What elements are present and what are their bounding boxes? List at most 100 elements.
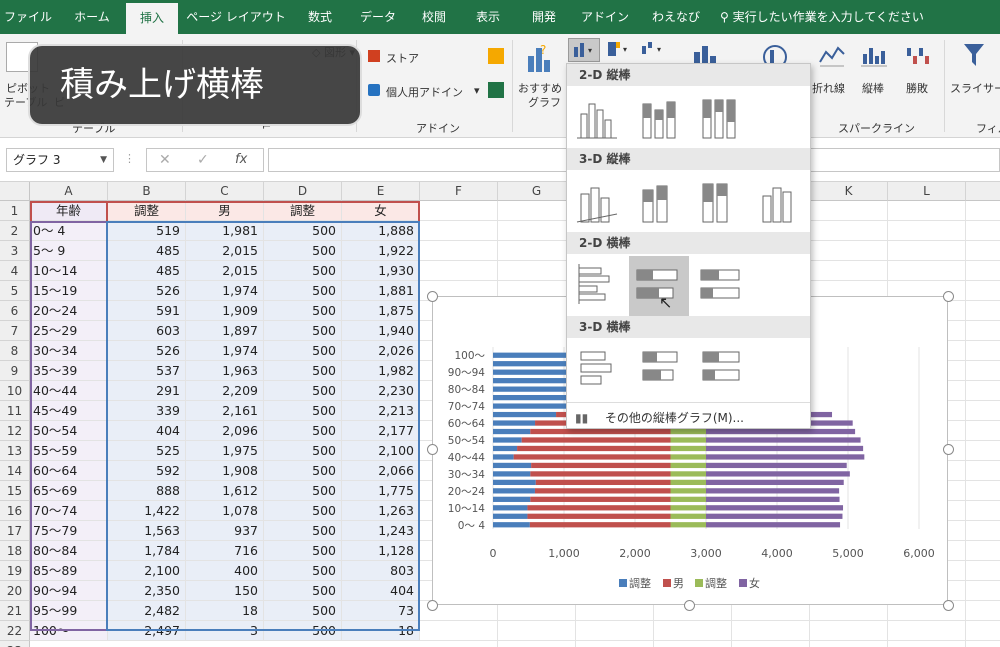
resize-handle[interactable] [427, 291, 438, 302]
tab-page-layout[interactable]: ページ レイアウト [186, 0, 286, 34]
empty-cell[interactable] [966, 461, 1000, 481]
empty-cell[interactable] [498, 201, 576, 221]
data-cell[interactable]: 2,209 [186, 381, 264, 401]
empty-cell[interactable] [966, 401, 1000, 421]
data-cell[interactable]: 2,015 [186, 241, 264, 261]
data-cell[interactable]: 2,100 [342, 441, 420, 461]
empty-cell[interactable] [498, 221, 576, 241]
data-cell[interactable]: 15～19 [30, 281, 108, 301]
name-box[interactable]: グラフ 3 ▼ [6, 148, 114, 172]
data-cell[interactable]: 1,974 [186, 341, 264, 361]
data-cell[interactable]: 500 [264, 621, 342, 641]
sparkline-winloss-button[interactable]: 勝敗 [906, 80, 928, 96]
row-header[interactable]: 13 [0, 441, 30, 461]
data-cell[interactable]: 500 [264, 341, 342, 361]
column-header-G[interactable]: G [498, 182, 576, 201]
chevron-down-icon[interactable]: ▼ [100, 149, 107, 171]
column-header-A[interactable]: A [30, 182, 108, 201]
3d-column-icon[interactable] [755, 174, 805, 230]
empty-cell[interactable] [732, 621, 810, 641]
tab-review[interactable]: 校閲 [412, 0, 456, 34]
empty-cell[interactable] [966, 581, 1000, 601]
row-header[interactable]: 18 [0, 541, 30, 561]
data-cell[interactable]: 18 [186, 601, 264, 621]
data-cell[interactable]: 1,975 [186, 441, 264, 461]
data-cell[interactable]: 500 [264, 461, 342, 481]
tab-data[interactable]: データ [352, 0, 404, 34]
data-cell[interactable]: 716 [186, 541, 264, 561]
data-cell[interactable]: 500 [264, 321, 342, 341]
column-header-B[interactable]: B [108, 182, 186, 201]
data-cell[interactable]: 1,922 [342, 241, 420, 261]
empty-cell[interactable] [966, 241, 1000, 261]
data-cell[interactable]: 2,026 [342, 341, 420, 361]
column-chart-button[interactable]: ▾ [568, 38, 600, 62]
header-cell[interactable]: 女 [342, 201, 420, 221]
empty-cell[interactable] [966, 201, 1000, 221]
data-cell[interactable]: 500 [264, 521, 342, 541]
row-header[interactable]: 19 [0, 561, 30, 581]
data-cell[interactable]: 592 [108, 461, 186, 481]
data-cell[interactable]: 10～14 [30, 261, 108, 281]
data-cell[interactable]: 2,497 [108, 621, 186, 641]
waterfall-chart-button[interactable]: ▾ [638, 38, 668, 60]
data-cell[interactable]: 100～ [30, 621, 108, 641]
column-header-M[interactable]: M [966, 182, 1000, 201]
data-cell[interactable]: 95～99 [30, 601, 108, 621]
empty-cell[interactable] [966, 521, 1000, 541]
row-header[interactable]: 22 [0, 621, 30, 641]
empty-cell[interactable] [498, 641, 576, 647]
3d-stacked-column-icon[interactable] [635, 174, 685, 230]
data-cell[interactable]: 526 [108, 281, 186, 301]
empty-cell[interactable] [966, 441, 1000, 461]
data-cell[interactable]: 2,230 [342, 381, 420, 401]
data-cell[interactable]: 1,422 [108, 501, 186, 521]
data-cell[interactable]: 70～74 [30, 501, 108, 521]
data-cell[interactable]: 0～ 4 [30, 221, 108, 241]
data-cell[interactable]: 525 [108, 441, 186, 461]
stacked-column-icon[interactable] [635, 90, 685, 146]
empty-cell[interactable] [420, 641, 498, 647]
empty-cell[interactable] [966, 261, 1000, 281]
data-cell[interactable]: 500 [264, 401, 342, 421]
resize-handle[interactable] [427, 444, 438, 455]
empty-cell[interactable] [966, 301, 1000, 321]
row-header[interactable]: 10 [0, 381, 30, 401]
empty-cell[interactable] [966, 601, 1000, 621]
data-cell[interactable]: 18 [342, 621, 420, 641]
data-cell[interactable]: 526 [108, 341, 186, 361]
tab-waenavi[interactable]: わえなび [644, 0, 708, 34]
column-header-F[interactable]: F [420, 182, 498, 201]
row-header[interactable]: 3 [0, 241, 30, 261]
empty-cell[interactable] [888, 241, 966, 261]
empty-cell[interactable] [576, 621, 654, 641]
empty-cell[interactable] [888, 201, 966, 221]
slicer-button[interactable]: スライサー [950, 80, 1000, 96]
column-header-E[interactable]: E [342, 182, 420, 201]
empty-cell[interactable] [654, 641, 732, 647]
data-cell[interactable]: 1,243 [342, 521, 420, 541]
data-cell[interactable]: 500 [264, 241, 342, 261]
data-cell[interactable]: 2,161 [186, 401, 264, 421]
data-cell[interactable]: 1,784 [108, 541, 186, 561]
data-cell[interactable]: 603 [108, 321, 186, 341]
data-cell[interactable]: 2,482 [108, 601, 186, 621]
row-header[interactable]: 2 [0, 221, 30, 241]
empty-cell[interactable] [420, 201, 498, 221]
empty-cell[interactable] [966, 541, 1000, 561]
empty-cell[interactable] [810, 621, 888, 641]
empty-cell[interactable] [498, 241, 576, 261]
empty-cell[interactable] [810, 241, 888, 261]
tab-addins[interactable]: アドイン [576, 0, 634, 34]
data-cell[interactable]: 485 [108, 241, 186, 261]
data-cell[interactable]: 90～94 [30, 581, 108, 601]
row-header[interactable]: 14 [0, 461, 30, 481]
data-cell[interactable]: 500 [264, 561, 342, 581]
sparkline-column-button[interactable]: 縦棒 [862, 80, 884, 96]
empty-cell[interactable] [810, 261, 888, 281]
empty-cell[interactable] [810, 641, 888, 647]
insert-function-icon[interactable]: fx [235, 152, 247, 167]
data-cell[interactable]: 1,982 [342, 361, 420, 381]
header-cell[interactable]: 調整 [108, 201, 186, 221]
enter-icon[interactable]: ✓ [197, 152, 209, 168]
